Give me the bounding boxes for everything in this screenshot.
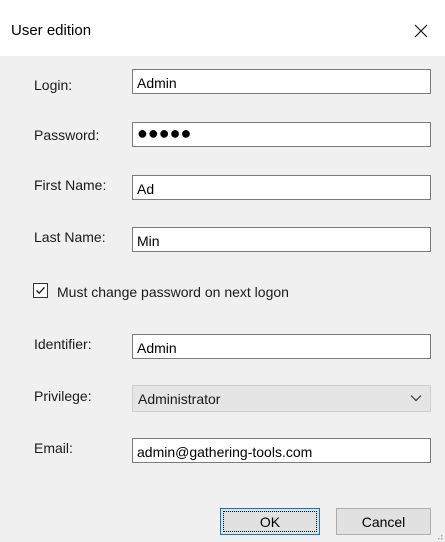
ok-button-label: OK — [259, 514, 281, 530]
resize-grip-icon[interactable] — [435, 532, 443, 540]
password-label: Password: — [34, 127, 100, 143]
privilege-label: Privilege: — [34, 388, 92, 404]
login-label: Login: — [34, 77, 73, 93]
identifier-label: Identifier: — [34, 336, 92, 352]
first-name-input[interactable] — [132, 175, 431, 200]
login-input[interactable] — [132, 69, 431, 94]
password-input[interactable]: ●●●●● — [132, 122, 431, 147]
dialog-title: User edition — [11, 22, 92, 39]
last-name-label: Last Name: — [34, 229, 106, 245]
checkmark-icon — [36, 286, 45, 295]
first-name-label: First Name: — [34, 177, 107, 193]
close-button[interactable] — [403, 16, 439, 46]
cancel-button[interactable]: Cancel — [336, 508, 431, 535]
cancel-button-label: Cancel — [361, 514, 406, 530]
privilege-select[interactable]: Administrator — [132, 385, 431, 412]
email-label: Email: — [34, 440, 73, 456]
ok-button[interactable]: OK — [220, 508, 320, 535]
user-edition-dialog: User edition Login: Password: ●●●●● Firs… — [0, 0, 445, 542]
identifier-input[interactable] — [132, 334, 431, 359]
title-bar: User edition — [0, 0, 445, 57]
privilege-selected-value: Administrator — [138, 391, 221, 407]
chevron-down-icon — [410, 395, 422, 402]
email-input[interactable] — [132, 438, 431, 463]
must-change-password-checkbox[interactable] — [33, 283, 48, 298]
last-name-input[interactable] — [132, 227, 431, 252]
must-change-password-label[interactable]: Must change password on next logon — [57, 284, 289, 300]
close-icon — [414, 24, 428, 38]
